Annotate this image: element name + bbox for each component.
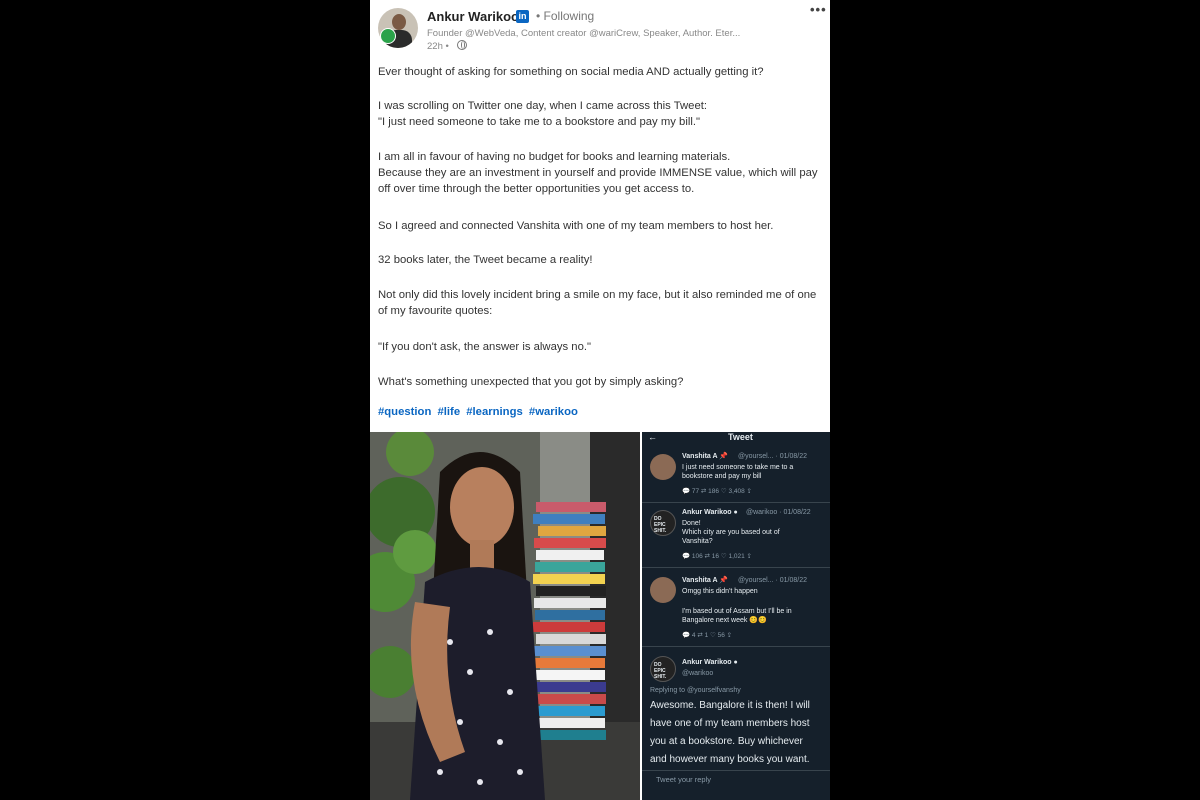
tweet-text: Bangalore next week 😊😊	[682, 617, 767, 624]
tweet-author: Ankur Warikoo ●	[682, 659, 738, 666]
tweet-header-title: Tweet	[728, 432, 753, 442]
tweet-author: Ankur Warikoo ●	[682, 509, 738, 516]
post-paragraph: I was scrolling on Twitter one day, when…	[378, 100, 708, 112]
tweet-handle: @warikoo · 01/08/22	[746, 509, 811, 516]
tweet-text-large: have one of my team members host	[650, 718, 810, 729]
tweet-text-large: you at a bookstore. Buy whichever	[650, 736, 803, 747]
hashtag-link[interactable]: #question	[378, 406, 431, 418]
post-paragraph: Ever thought of asking for something on …	[378, 66, 764, 78]
post-paragraph: "If you don't ask, the answer is always …	[378, 341, 591, 353]
avatar-logo-text: DO EPIC SHIT.	[654, 662, 667, 680]
linkedin-post: Ankur Warikoo in • Following Founder @We…	[370, 0, 830, 800]
tweet-author: Vanshita A 📌	[682, 577, 728, 584]
author-name[interactable]: Ankur Warikoo	[427, 9, 519, 24]
post-paragraph: What's something unexpected that you got…	[378, 376, 684, 388]
tweet-actions[interactable]: 💬 106 ⇄ 16 ♡ 1,021 ⇪	[682, 552, 752, 560]
post-header: Ankur Warikoo in • Following Founder @We…	[370, 0, 830, 60]
avatar	[650, 454, 676, 480]
tweet-text-large: and however many books you want.	[650, 754, 810, 765]
back-arrow-icon: ←	[648, 432, 657, 442]
more-options-icon[interactable]: •••	[810, 2, 827, 17]
tweet-author: Vanshita A 📌	[682, 453, 728, 460]
tweet-separator	[642, 567, 830, 568]
tweet-text: I'm based out of Assam but I'll be in	[682, 608, 792, 615]
post-time: 22h •	[427, 41, 449, 52]
post-photo[interactable]	[370, 432, 640, 800]
tweet-text: bookstore and pay my bill	[682, 473, 762, 480]
author-headline: Founder @WebVeda, Content creator @wariC…	[427, 28, 741, 39]
avatar: DO EPIC SHIT.	[650, 656, 676, 682]
reply-input[interactable]: Tweet your reply	[656, 775, 711, 784]
tweet-text: Omgg this didn't happen	[682, 588, 758, 595]
following-status[interactable]: • Following	[536, 9, 594, 23]
tweet-text: Done!	[682, 520, 701, 527]
tweet-handle: @yoursel... · 01/08/22	[738, 577, 807, 584]
tweet-text-large: Awesome. Bangalore it is then! I will	[650, 700, 810, 711]
tweet-text: I just need someone to take me to a	[682, 464, 794, 471]
open-to-work-badge	[380, 28, 396, 44]
photo-woman-with-books	[370, 432, 640, 800]
globe-icon	[457, 40, 467, 50]
author-avatar[interactable]	[378, 8, 418, 48]
linkedin-icon: in	[516, 10, 529, 23]
post-paragraph: Not only did this lovely incident bring …	[378, 289, 817, 317]
tweet-screenshot[interactable]: ← Tweet Vanshita A 📌 @yoursel... · 01/08…	[642, 432, 830, 800]
post-paragraph: Because they are an investment in yourse…	[378, 167, 818, 195]
tweet-actions[interactable]: 💬 77 ⇄ 186 ♡ 3,408 ⇪	[682, 487, 752, 495]
replying-to[interactable]: Replying to @yourselfvanshy	[650, 686, 741, 695]
tweet-handle: @yoursel... · 01/08/22	[738, 453, 807, 460]
tweet-handle: @warikoo	[682, 670, 714, 677]
post-paragraph: I am all in favour of having no budget f…	[378, 151, 731, 163]
avatar	[650, 577, 676, 603]
tweet-separator	[642, 502, 830, 503]
tweet-text: Which city are you based out of	[682, 529, 780, 536]
hashtag-link[interactable]: #warikoo	[529, 406, 578, 418]
avatar: DO EPIC SHIT.	[650, 510, 676, 536]
hashtag-link[interactable]: #learnings	[466, 406, 523, 418]
post-paragraph: "I just need someone to take me to a boo…	[378, 116, 700, 128]
post-paragraph: 32 books later, the Tweet became a reali…	[378, 254, 593, 266]
post-paragraph: So I agreed and connected Vanshita with …	[378, 220, 774, 232]
tweet-actions[interactable]: 💬 4 ⇄ 1 ♡ 56 ⇪	[682, 631, 732, 639]
hashtag-link[interactable]: #life	[438, 406, 461, 418]
hashtags: #question #life #learnings #warikoo	[378, 406, 581, 418]
tweet-separator	[642, 646, 830, 647]
tweet-text: Vanshita?	[682, 538, 713, 545]
avatar-logo-text: DO EPIC SHIT.	[654, 516, 667, 534]
tweet-separator	[642, 770, 830, 771]
